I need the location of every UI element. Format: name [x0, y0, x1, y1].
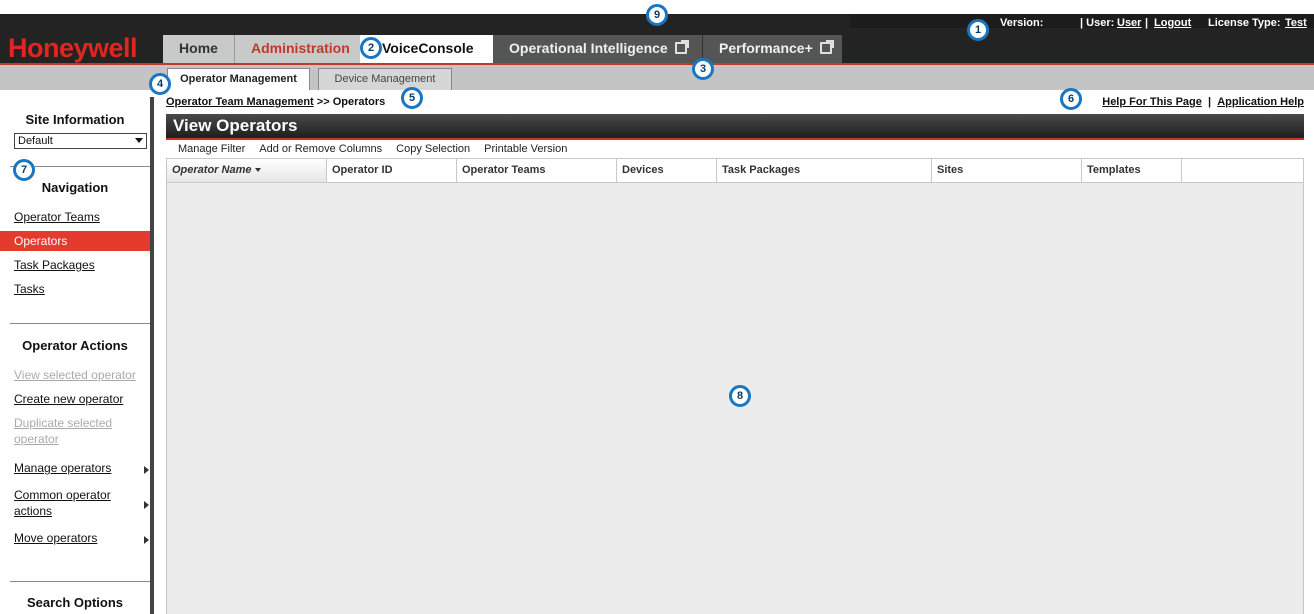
chevron-right-icon	[144, 536, 149, 544]
callout-badge-8: 8	[729, 385, 751, 407]
grid-toolbar: Manage Filter Add or Remove Columns Copy…	[166, 141, 1304, 158]
license-link[interactable]: Test	[1285, 17, 1307, 29]
help-for-this-page-link[interactable]: Help For This Page	[1102, 96, 1202, 108]
chevron-down-icon	[135, 138, 143, 143]
sidebar-item-task-packages[interactable]: Task Packages	[14, 258, 95, 272]
callout-badge-3: 3	[692, 58, 714, 80]
help-separator: |	[1208, 96, 1212, 108]
column-devices[interactable]: Devices	[617, 159, 717, 182]
chevron-right-icon	[144, 501, 149, 509]
callout-badge-5: 5	[401, 87, 423, 109]
page-title: View Operators	[166, 114, 1304, 138]
callout-badge-2: 2	[360, 37, 382, 59]
external-link-icon	[819, 40, 834, 54]
sidebar-item-tasks[interactable]: Tasks	[14, 282, 45, 296]
add-remove-columns-button[interactable]: Add or Remove Columns	[259, 141, 382, 158]
help-links: Help For This Page | Application Help	[1102, 96, 1304, 108]
user-link[interactable]: User	[1117, 17, 1141, 29]
search-options-title: Search Options	[26, 595, 124, 610]
common-operator-actions-link[interactable]: Common operator actions	[14, 487, 134, 519]
column-operator-name-label: Operator Name	[172, 164, 252, 176]
user-link-text[interactable]: User	[1117, 17, 1141, 29]
site-select-value: Default	[18, 135, 53, 147]
site-select[interactable]: Default	[14, 133, 147, 149]
main-tabs: Home Administration VoiceConsole Operati…	[163, 35, 842, 63]
user-label: | User:	[1080, 17, 1115, 29]
sort-descending-icon	[255, 168, 262, 173]
status-separator: |	[1145, 17, 1149, 29]
sidebar-divider	[10, 581, 150, 582]
column-task-packages[interactable]: Task Packages	[717, 159, 932, 182]
column-operator-name[interactable]: Operator Name	[167, 159, 327, 182]
tab-perf-label: Performance+	[719, 40, 813, 56]
tab-performance-plus[interactable]: Performance+	[702, 35, 842, 63]
callout-badge-9: 9	[646, 4, 668, 26]
manage-filter-button[interactable]: Manage Filter	[178, 141, 245, 158]
column-operator-teams[interactable]: Operator Teams	[457, 159, 617, 182]
tab-oi-label: Operational Intelligence	[509, 40, 668, 56]
manage-operators-link[interactable]: Manage operators	[14, 461, 111, 475]
license-label: License Type:	[1208, 17, 1281, 29]
navigation-title: Navigation	[41, 180, 109, 195]
external-link-icon	[674, 40, 689, 54]
tab-voiceconsole-label: VoiceConsole	[382, 40, 474, 56]
callout-badge-7: 7	[13, 159, 35, 181]
copy-selection-button[interactable]: Copy Selection	[396, 141, 470, 158]
logout-link-text[interactable]: Logout	[1154, 17, 1191, 29]
tab-administration[interactable]: Administration	[235, 35, 360, 63]
chevron-right-icon	[144, 466, 149, 474]
column-operator-id[interactable]: Operator ID	[327, 159, 457, 182]
sidebar-border	[150, 97, 154, 614]
breadcrumb-operator-team-management[interactable]: Operator Team Management	[166, 96, 314, 108]
column-templates[interactable]: Templates	[1082, 159, 1182, 182]
site-information-title: Site Information	[25, 112, 125, 127]
breadcrumb: Operator Team Management >> Operators	[166, 96, 385, 108]
honeywell-logo: Honeywell	[8, 33, 138, 63]
breadcrumb-current: >> Operators	[316, 96, 386, 108]
move-operators-link[interactable]: Move operators	[14, 531, 97, 545]
subtab-device-management[interactable]: Device Management	[318, 68, 452, 90]
subtab-operator-management[interactable]: Operator Management	[167, 68, 310, 90]
sidebar-item-operator-teams[interactable]: Operator Teams	[14, 210, 100, 224]
sidebar-divider	[10, 323, 150, 324]
panel-divider	[166, 138, 1304, 140]
grid-header: Operator Name Operator ID Operator Teams…	[166, 158, 1304, 183]
license-link-text[interactable]: Test	[1285, 17, 1307, 29]
callout-badge-4: 4	[149, 73, 171, 95]
column-sites[interactable]: Sites	[932, 159, 1082, 182]
view-selected-operator-link[interactable]: View selected operator	[14, 368, 136, 382]
logout-link[interactable]: Logout	[1154, 17, 1191, 29]
sidebar-item-operators[interactable]: Operators	[0, 231, 150, 251]
duplicate-selected-operator-link[interactable]: Duplicate selected operator	[14, 415, 134, 447]
version-label: Version:	[1000, 17, 1044, 29]
create-new-operator-link[interactable]: Create new operator	[14, 392, 123, 406]
printable-version-button[interactable]: Printable Version	[484, 141, 567, 158]
callout-badge-6: 6	[1060, 88, 1082, 110]
callout-badge-1: 1	[967, 19, 989, 41]
tab-home[interactable]: Home	[163, 35, 235, 63]
tab-operational-intelligence[interactable]: Operational Intelligence	[493, 35, 702, 63]
application-help-link[interactable]: Application Help	[1217, 96, 1304, 108]
operator-actions-title: Operator Actions	[22, 338, 128, 353]
